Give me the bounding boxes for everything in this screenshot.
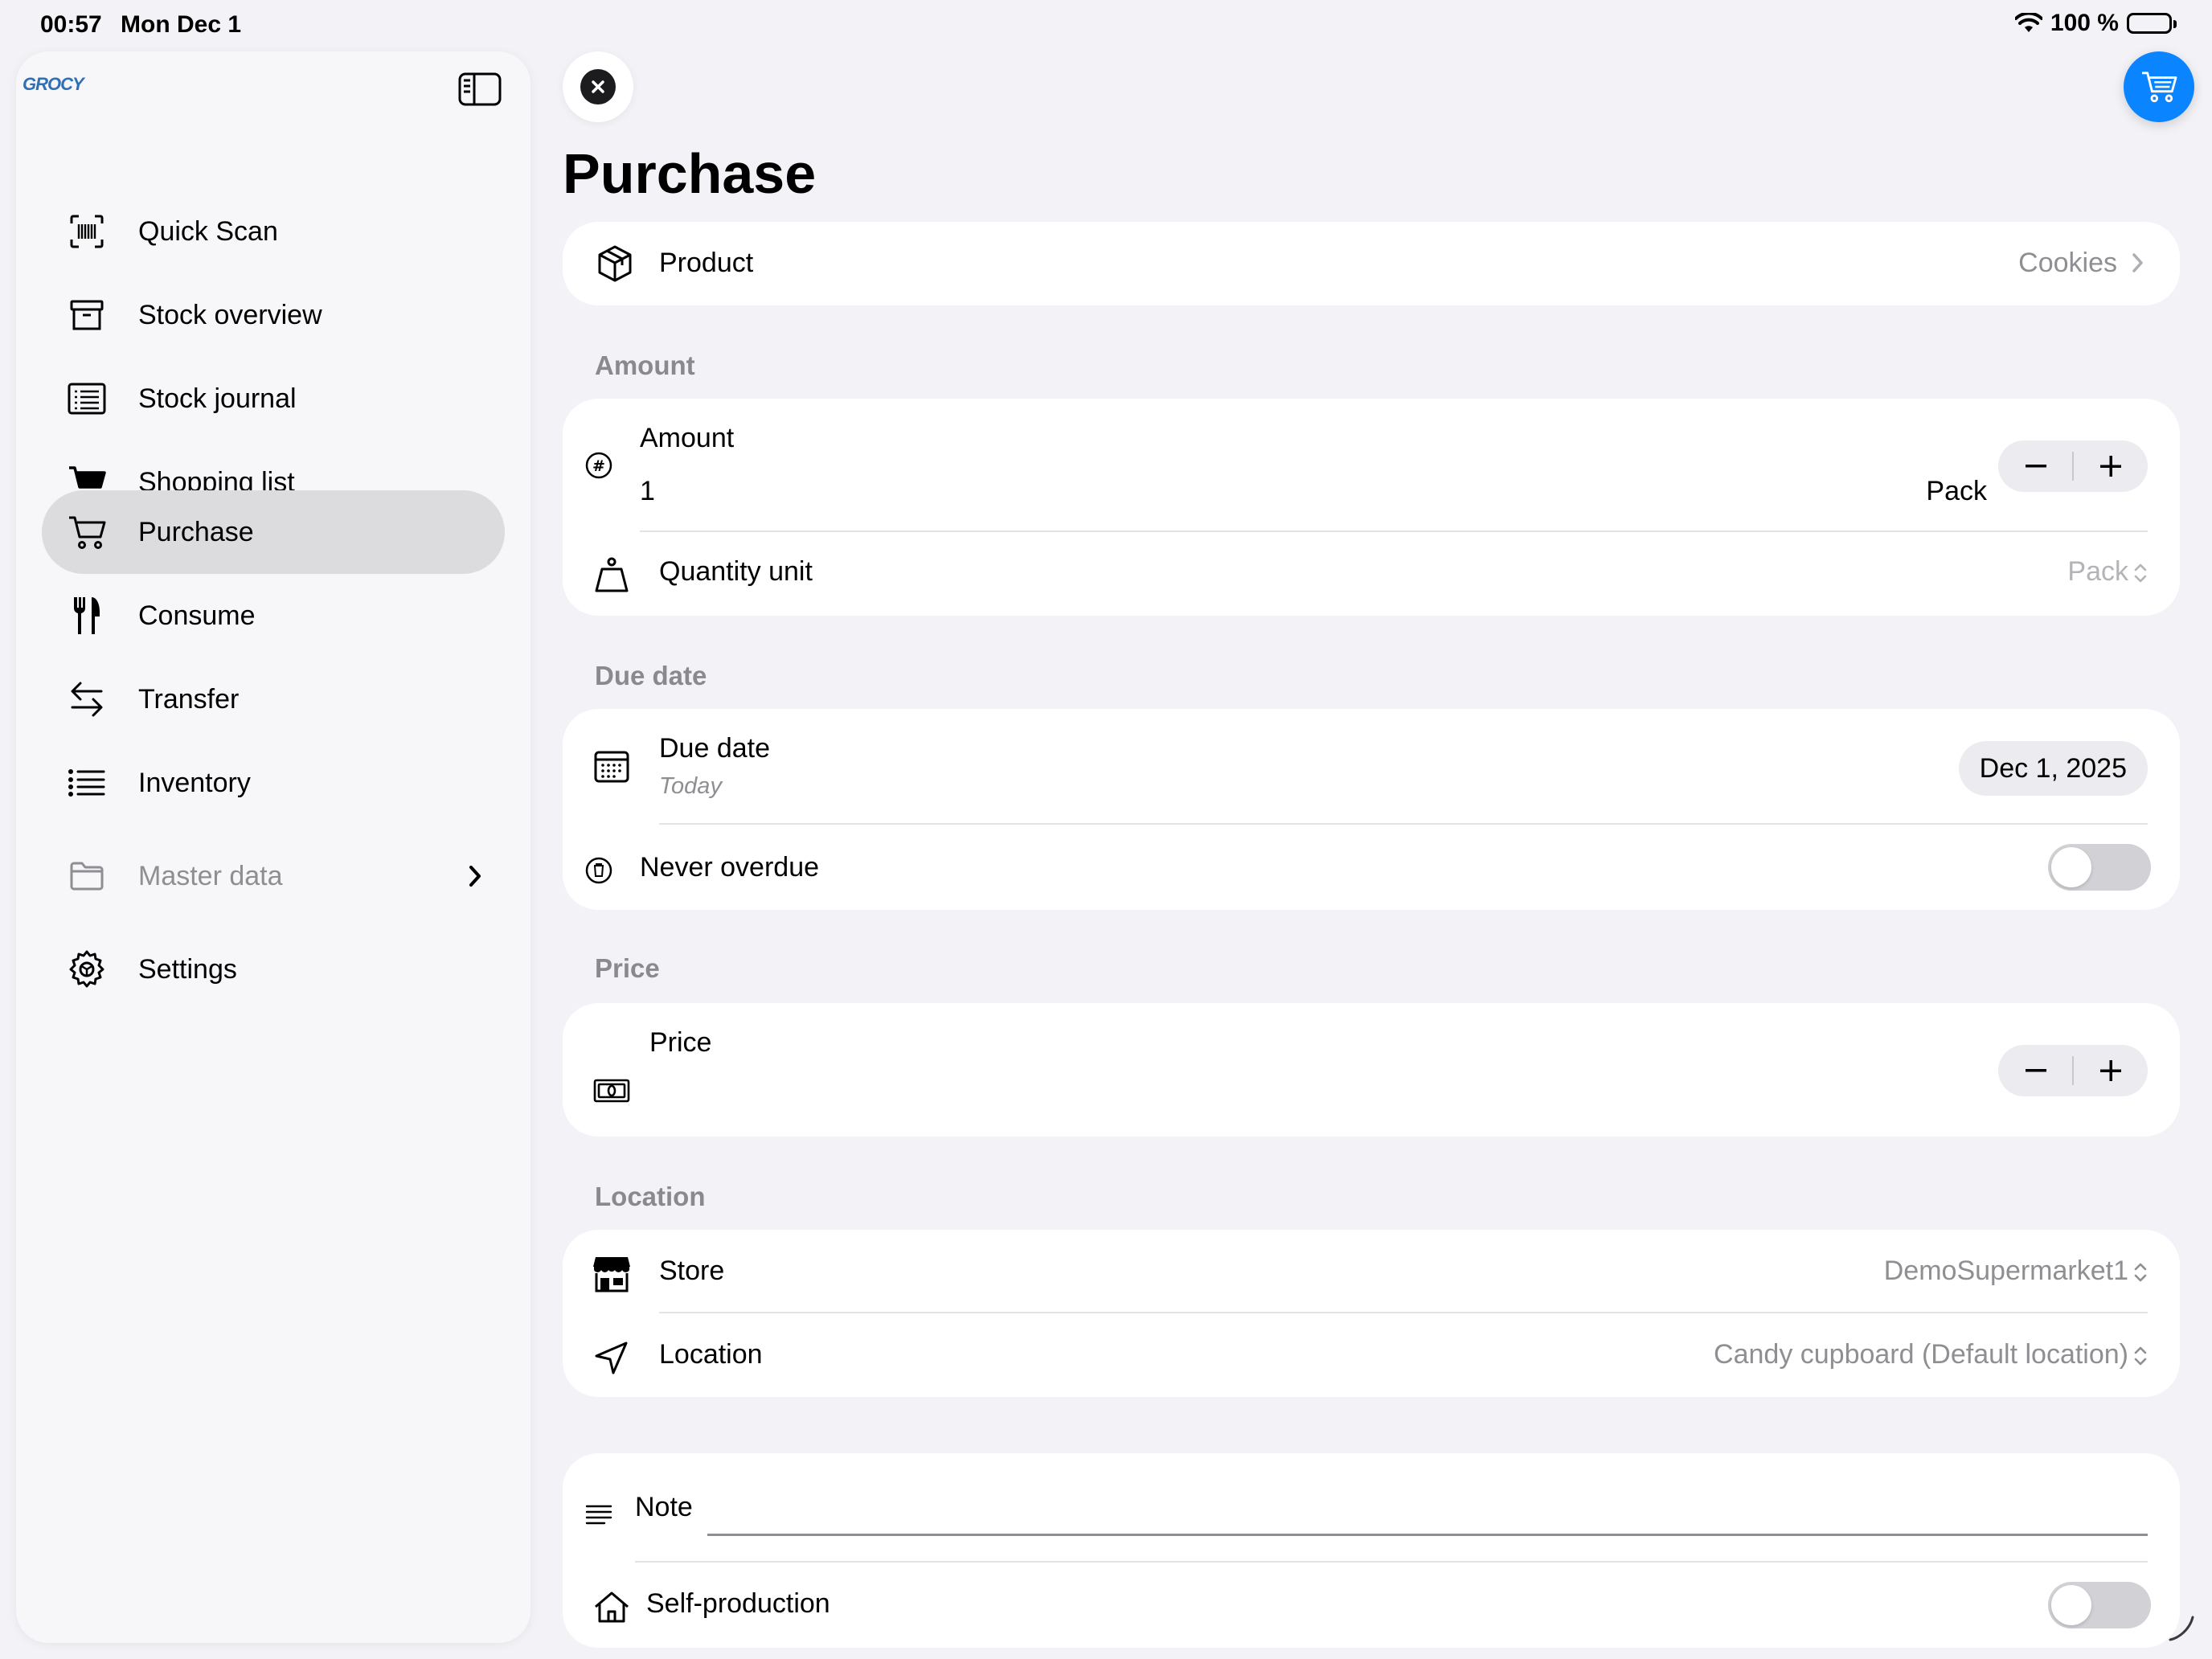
note-input[interactable] <box>707 1485 2148 1524</box>
product-value: Cookies <box>2018 248 2117 278</box>
sidebar-item-label: Stock overview <box>138 299 322 330</box>
location-select[interactable]: Candy cupboard (Default location) <box>1714 1339 2148 1370</box>
sidebar-item-label: Purchase <box>138 516 254 547</box>
sidebar-item-inventory[interactable]: Inventory <box>42 741 505 825</box>
never-overdue-toggle[interactable] <box>2048 844 2151 891</box>
sidebar-toggle-icon[interactable] <box>458 72 502 106</box>
sidebar-item-stock-overview[interactable]: Stock overview <box>42 273 505 357</box>
chevron-right-icon <box>468 864 482 888</box>
storefront-icon <box>592 1254 632 1294</box>
store-select[interactable]: DemoSupermarket1 <box>1884 1256 2148 1287</box>
cube-icon <box>595 244 635 284</box>
location-card: Store DemoSupermarket1 Location Candy cu… <box>563 1230 2180 1397</box>
calendar-icon <box>592 746 632 786</box>
self-production-label: Self-production <box>646 1588 830 1619</box>
app-logo: GROCY <box>23 74 84 94</box>
house-icon <box>592 1587 632 1627</box>
chevron-up-down-icon <box>2133 1344 2148 1368</box>
sidebar-item-label: Settings <box>138 953 237 985</box>
barcode-scan-icon <box>66 211 108 252</box>
sidebar-item-consume[interactable]: Consume <box>42 574 505 657</box>
amount-label: Amount <box>640 423 735 453</box>
self-production-toggle[interactable] <box>2048 1582 2151 1628</box>
close-button[interactable] <box>563 51 633 122</box>
number-circle-icon: # <box>579 445 619 485</box>
cart-icon <box>2140 70 2177 104</box>
amount-stepper <box>1998 440 2148 492</box>
due-date-picker[interactable]: Dec 1, 2025 <box>1958 741 2148 796</box>
status-indicators: 100 % <box>2014 10 2177 37</box>
text-lines-icon <box>579 1495 619 1535</box>
never-overdue-label: Never overdue <box>640 852 820 883</box>
trash-circle-icon <box>579 850 619 891</box>
sidebar-item-quick-scan[interactable]: Quick Scan <box>42 190 505 273</box>
sidebar-item-label: Quick Scan <box>138 215 278 247</box>
sidebar-item-transfer[interactable]: Transfer <box>42 657 505 741</box>
amount-unit: Pack <box>1926 476 1987 506</box>
resize-handle-icon <box>2167 1614 2196 1643</box>
product-label: Product <box>659 248 754 278</box>
purchase-submit-button[interactable] <box>2124 51 2194 122</box>
sidebar-item-master-data[interactable]: Master data <box>42 834 505 918</box>
page-title: Purchase <box>563 142 817 205</box>
chevron-up-down-icon <box>2133 1260 2148 1284</box>
list-bullet-icon <box>66 762 108 804</box>
sidebar-item-settings[interactable]: Settings <box>42 928 505 1011</box>
product-row[interactable]: Product Cookies <box>563 222 2180 305</box>
section-header-due-date: Due date <box>595 661 707 690</box>
sidebar-item-label: Transfer <box>138 683 240 715</box>
extra-card: Note Self-production <box>563 1453 2180 1648</box>
section-header-location: Location <box>595 1182 706 1211</box>
svg-text:#: # <box>592 457 605 475</box>
folder-icon <box>66 855 108 897</box>
quantity-unit-select[interactable]: Pack <box>2067 556 2148 588</box>
amount-decrement-button[interactable] <box>1998 440 2073 492</box>
wifi-icon <box>2014 13 2042 34</box>
price-stepper <box>1998 1045 2148 1096</box>
location-arrow-icon <box>592 1337 632 1378</box>
price-increment-button[interactable] <box>2073 1045 2148 1096</box>
sidebar-item-label: Master data <box>138 860 283 891</box>
sidebar-item-label: Inventory <box>138 767 251 798</box>
quantity-unit-label: Quantity unit <box>659 556 813 587</box>
amount-card: # Amount 1 Pack Quantity unit Pack <box>563 399 2180 616</box>
weight-icon <box>592 555 632 595</box>
location-label: Location <box>659 1339 763 1370</box>
sidebar-item-label: Stock journal <box>138 383 297 414</box>
chevron-right-icon <box>2132 252 2144 273</box>
price-label: Price <box>649 1027 712 1058</box>
battery-icon <box>2127 13 2177 34</box>
due-date-card: Due date Today Dec 1, 2025 Never overdue <box>563 709 2180 910</box>
section-header-amount: Amount <box>595 350 695 380</box>
sidebar: GROCY Quick Scan Stock overview Stock jo… <box>16 51 530 1643</box>
status-time: 00:57 <box>40 11 102 38</box>
sidebar-item-stock-journal[interactable]: Stock journal <box>42 357 505 440</box>
close-icon <box>580 69 616 104</box>
price-decrement-button[interactable] <box>1998 1045 2073 1096</box>
cart-icon <box>66 511 108 553</box>
archive-box-icon <box>66 294 108 336</box>
battery-percent: 100 % <box>2050 10 2119 36</box>
sidebar-item-purchase[interactable]: Purchase <box>42 490 505 574</box>
section-header-price: Price <box>595 953 660 983</box>
status-date: Mon Dec 1 <box>121 11 242 38</box>
gear-icon <box>66 948 108 990</box>
fork-knife-icon <box>66 595 108 637</box>
due-date-relative: Today <box>659 773 722 799</box>
arrows-left-right-icon <box>66 678 108 720</box>
store-label: Store <box>659 1256 725 1286</box>
amount-input[interactable]: 1 <box>640 476 655 507</box>
note-label: Note <box>635 1492 693 1522</box>
banknote-icon <box>592 1071 632 1111</box>
sidebar-item-label: Consume <box>138 600 256 631</box>
list-document-icon <box>66 378 108 420</box>
price-card: Price <box>563 1003 2180 1137</box>
due-date-label: Due date <box>659 733 770 764</box>
amount-increment-button[interactable] <box>2073 440 2148 492</box>
chevron-up-down-icon <box>2133 561 2148 585</box>
